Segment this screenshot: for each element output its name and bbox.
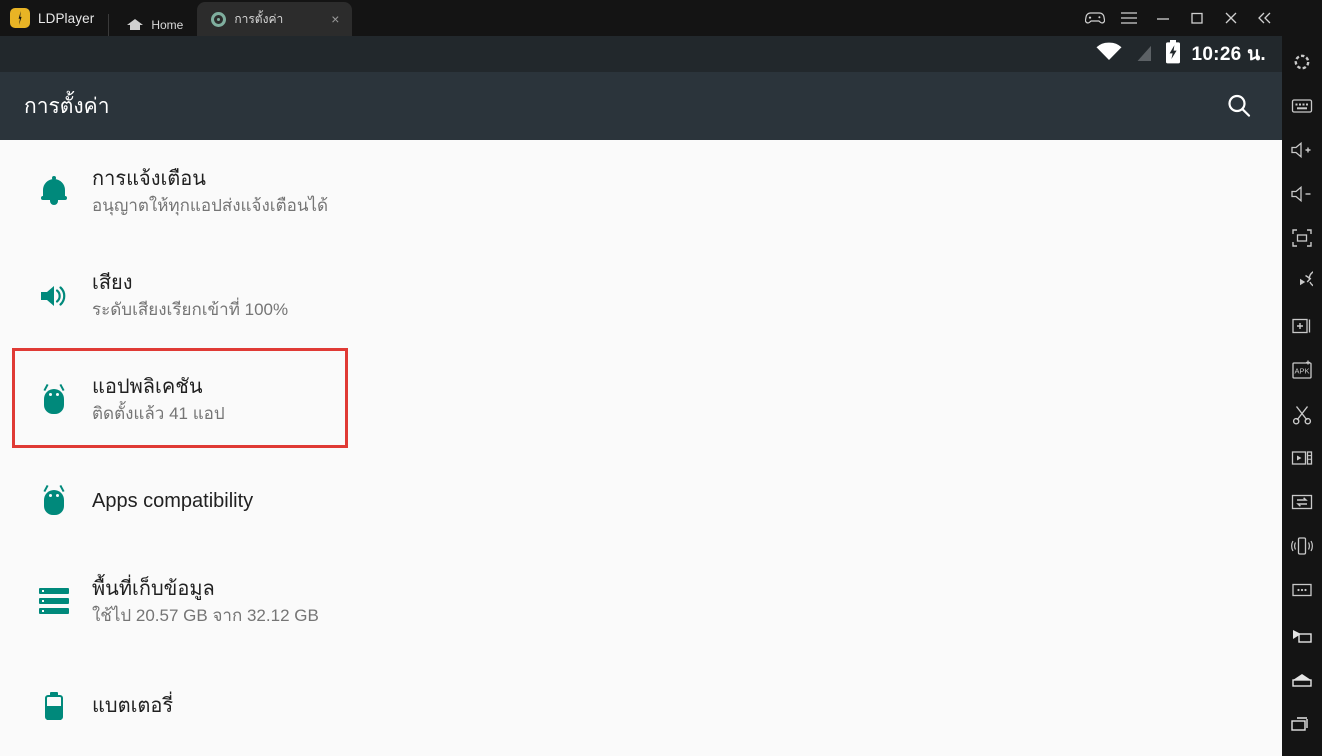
close-icon[interactable]: [1214, 0, 1248, 36]
list-item-title: พื้นที่เก็บข้อมูล: [92, 578, 215, 601]
toolbar-top-group: APK: [1282, 0, 1322, 612]
settings-gear-icon: [211, 11, 227, 27]
list-item-title: Apps compatibility: [92, 490, 254, 512]
svg-text:APK: APK: [1294, 367, 1309, 376]
menu-icon[interactable]: [1112, 0, 1146, 36]
fullscreen-icon[interactable]: [1282, 216, 1322, 260]
brand: LDPlayer: [0, 0, 108, 36]
list-item-title: แอปพลิเคชัน: [92, 376, 203, 399]
list-item-text: Apps compatibility: [92, 488, 253, 514]
volume-icon: [16, 282, 92, 310]
right-toolbar: APK: [1282, 0, 1322, 756]
list-item-title: แบตเตอรี่: [92, 695, 174, 717]
shake-icon[interactable]: [1282, 524, 1322, 568]
list-item-storage[interactable]: พื้นที่เก็บข้อมูล ใช้ไป 20.57 GB จาก 32.…: [0, 550, 1282, 654]
signal-off-icon: [1133, 41, 1155, 68]
maximize-icon[interactable]: [1180, 0, 1214, 36]
more-options-icon[interactable]: [1282, 568, 1322, 612]
list-item-text: แบตเตอรี่: [92, 693, 173, 719]
bell-icon: [16, 176, 92, 207]
file-transfer-icon[interactable]: [1282, 480, 1322, 524]
settings-header: การตั้งค่า: [0, 72, 1282, 140]
window-controls: [1078, 0, 1282, 36]
volume-up-icon[interactable]: [1282, 128, 1322, 172]
status-time: 10:26 น.: [1191, 44, 1266, 65]
list-item-subtitle: ติดตั้งแล้ว 41 แอป: [92, 404, 225, 424]
collapse-icon[interactable]: [1248, 0, 1282, 36]
title-bar: LDPlayer Home การตั้งค่า ×: [0, 0, 1282, 36]
minimize-icon[interactable]: [1146, 0, 1180, 36]
install-apk-icon[interactable]: APK: [1282, 348, 1322, 392]
rotate-icon[interactable]: [1282, 260, 1322, 304]
ldplayer-logo-icon: [10, 8, 30, 28]
tab-settings-label: การตั้งค่า: [234, 11, 284, 26]
home-icon[interactable]: [1282, 658, 1322, 702]
recents-icon[interactable]: [1282, 702, 1322, 746]
home-icon: [127, 18, 144, 32]
page-title: การตั้งค่า: [24, 94, 110, 118]
brand-name: LDPlayer: [38, 10, 95, 26]
settings-gear-icon[interactable]: [1282, 40, 1322, 84]
list-item-text: การแจ้งเตือน อนุญาตให้ทุกแอปส่งแจ้งเตือน…: [92, 166, 328, 217]
list-item-text: เสียง ระดับเสียงเรียกเข้าที่ 100%: [92, 270, 288, 321]
list-item-text: แอปพลิเคชัน ติดตั้งแล้ว 41 แอป: [92, 374, 225, 425]
list-item-subtitle: ใช้ไป 20.57 GB จาก 32.12 GB: [92, 606, 319, 626]
list-item-apps[interactable]: แอปพลิเคชัน ติดตั้งแล้ว 41 แอป: [0, 348, 1282, 452]
video-record-icon[interactable]: [1282, 436, 1322, 480]
keyboard-icon[interactable]: [1282, 84, 1322, 128]
android-status-bar: 10:26 น.: [0, 36, 1282, 72]
tab-strip: Home การตั้งค่า ×: [108, 0, 353, 36]
list-item-subtitle: ระดับเสียงเรียกเข้าที่ 100%: [92, 300, 289, 320]
storage-icon: [16, 588, 92, 616]
scissors-icon[interactable]: [1282, 392, 1322, 436]
tab-close-icon[interactable]: ×: [328, 12, 342, 26]
ldplayer-window: LDPlayer Home การตั้งค่า × 10:26 น. การต…: [0, 0, 1322, 756]
list-item-subtitle: อนุญาตให้ทุกแอปส่งแจ้งเตือนได้: [92, 196, 329, 216]
add-instance-icon[interactable]: [1282, 304, 1322, 348]
tab-settings[interactable]: การตั้งค่า ×: [197, 2, 353, 36]
search-icon[interactable]: [1224, 91, 1254, 121]
settings-list[interactable]: การแจ้งเตือน อนุญาตให้ทุกแอปส่งแจ้งเตือน…: [0, 140, 1282, 756]
android-nav-group: [1282, 614, 1322, 756]
list-item-title: เสียง: [92, 272, 133, 295]
battery-icon: [16, 692, 92, 720]
list-item-notifications[interactable]: การแจ้งเตือน อนุญาตให้ทุกแอปส่งแจ้งเตือน…: [0, 140, 1282, 244]
list-item-sound[interactable]: เสียง ระดับเสียงเรียกเข้าที่ 100%: [0, 244, 1282, 348]
list-item-title: การแจ้งเตือน: [92, 168, 206, 191]
wifi-icon: [1095, 41, 1123, 68]
gamepad-icon[interactable]: [1078, 0, 1112, 36]
volume-down-icon[interactable]: [1282, 172, 1322, 216]
list-item-battery[interactable]: แบตเตอรี่: [0, 654, 1282, 756]
list-item-text: พื้นที่เก็บข้อมูล ใช้ไป 20.57 GB จาก 32.…: [92, 576, 319, 627]
android-icon: [16, 484, 92, 517]
battery-charging-icon: [1165, 39, 1181, 69]
list-item-apps-compatibility[interactable]: Apps compatibility: [0, 452, 1282, 550]
android-icon: [16, 383, 92, 416]
tab-home-label: Home: [151, 18, 184, 32]
tab-home[interactable]: Home: [108, 14, 197, 36]
back-icon[interactable]: [1282, 614, 1322, 658]
